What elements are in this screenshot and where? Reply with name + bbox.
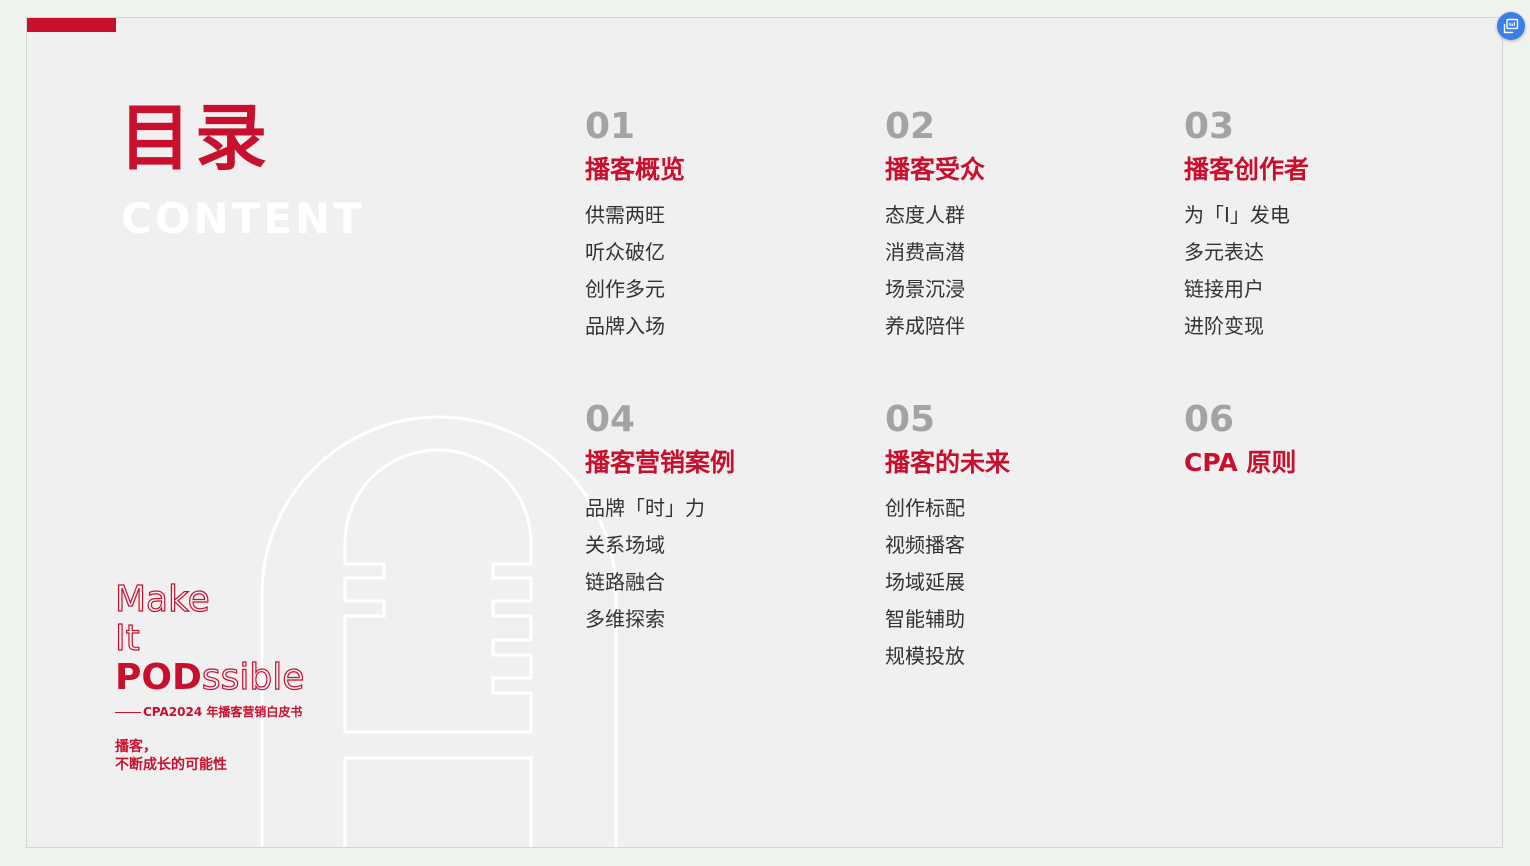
slogan-pod: POD: [115, 657, 202, 698]
section-item: 多维探索: [585, 607, 665, 631]
section-item: 创作多元: [585, 277, 665, 301]
tagline-line-2: 不断成长的可能性: [115, 757, 227, 773]
section-title: 播客受众: [885, 155, 986, 184]
section-item: 场景沉浸: [885, 277, 965, 301]
section-item: 智能辅助: [885, 607, 965, 631]
section-05: 05 播客的未来 创作标配 视频播客 场域延展 智能辅助 规模投放: [885, 402, 1145, 675]
section-item: 视频播客: [885, 533, 965, 557]
section-item: 消费高潜: [885, 240, 965, 264]
microphone-outline-icon: [260, 415, 618, 847]
subtitle-text: CPA2024 年播客营销白皮书: [143, 705, 303, 719]
section-number: 01: [585, 106, 636, 147]
slogan-line-podssible: PODssible: [115, 657, 305, 698]
section-item: 多元表达: [1184, 240, 1264, 264]
section-03: 03 播客创作者 为「I」发电 多元表达 链接用户 进阶变现: [1184, 109, 1444, 345]
whitepaper-subtitle: CPA2024 年播客营销白皮书: [115, 703, 304, 720]
section-item: 品牌入场: [585, 314, 665, 338]
section-02: 02 播客受众 态度人群 消费高潜 场景沉浸 养成陪伴: [885, 109, 1145, 345]
section-title: CPA 原则: [1184, 448, 1297, 477]
tagline-line-1: 播客，: [115, 739, 157, 755]
section-06: 06 CPA 原则: [1184, 402, 1444, 478]
section-number: 02: [885, 106, 936, 147]
section-item: 为「I」发电: [1184, 203, 1290, 227]
screen-translate-button[interactable]: [1497, 12, 1525, 40]
tagline: 播客， 不断成长的可能性: [115, 738, 304, 774]
subtitle-dash: [115, 712, 141, 713]
section-01: 01 播客概览 供需两旺 听众破亿 创作多元 品牌入场: [585, 109, 845, 345]
section-item: 养成陪伴: [885, 314, 965, 338]
section-04: 04 播客营销案例 品牌「时」力 关系场域 链路融合 多维探索: [585, 402, 845, 638]
section-title: 播客创作者: [1184, 155, 1310, 184]
section-number: 03: [1184, 106, 1235, 147]
title-cn: 目录: [119, 96, 272, 180]
section-title: 播客概览: [585, 155, 686, 184]
section-number: 06: [1184, 399, 1235, 440]
section-number: 05: [885, 399, 936, 440]
section-item: 规模投放: [885, 644, 965, 668]
section-title: 播客的未来: [885, 448, 1011, 477]
screen-translate-icon: [1503, 18, 1519, 34]
accent-bar: [27, 18, 116, 32]
section-item: 关系场域: [585, 533, 665, 557]
section-item: 供需两旺: [585, 203, 665, 227]
section-item: 态度人群: [885, 203, 965, 227]
section-item: 链路融合: [585, 570, 665, 594]
content-slide: 目录 CONTENT 01 播客概览 供需两旺 听众破亿 创作多元 品牌入场 0…: [26, 17, 1503, 848]
section-item: 链接用户: [1184, 277, 1264, 301]
section-item: 听众破亿: [585, 240, 665, 264]
section-item: 创作标配: [885, 496, 965, 520]
slogan-ssible: ssible: [201, 657, 305, 698]
title-en: CONTENT: [121, 194, 365, 243]
section-item: 进阶变现: [1184, 314, 1264, 338]
slogan-line-it: It: [114, 618, 140, 659]
section-title: 播客营销案例: [585, 448, 736, 477]
section-number: 04: [585, 399, 636, 440]
section-item: 品牌「时」力: [585, 496, 705, 520]
slogan-line-make: Make: [114, 579, 210, 620]
slogan-block: Make It PODssible CPA2024 年播客营销白皮书 播客， 不…: [114, 579, 305, 774]
section-item: 场域延展: [885, 570, 965, 594]
